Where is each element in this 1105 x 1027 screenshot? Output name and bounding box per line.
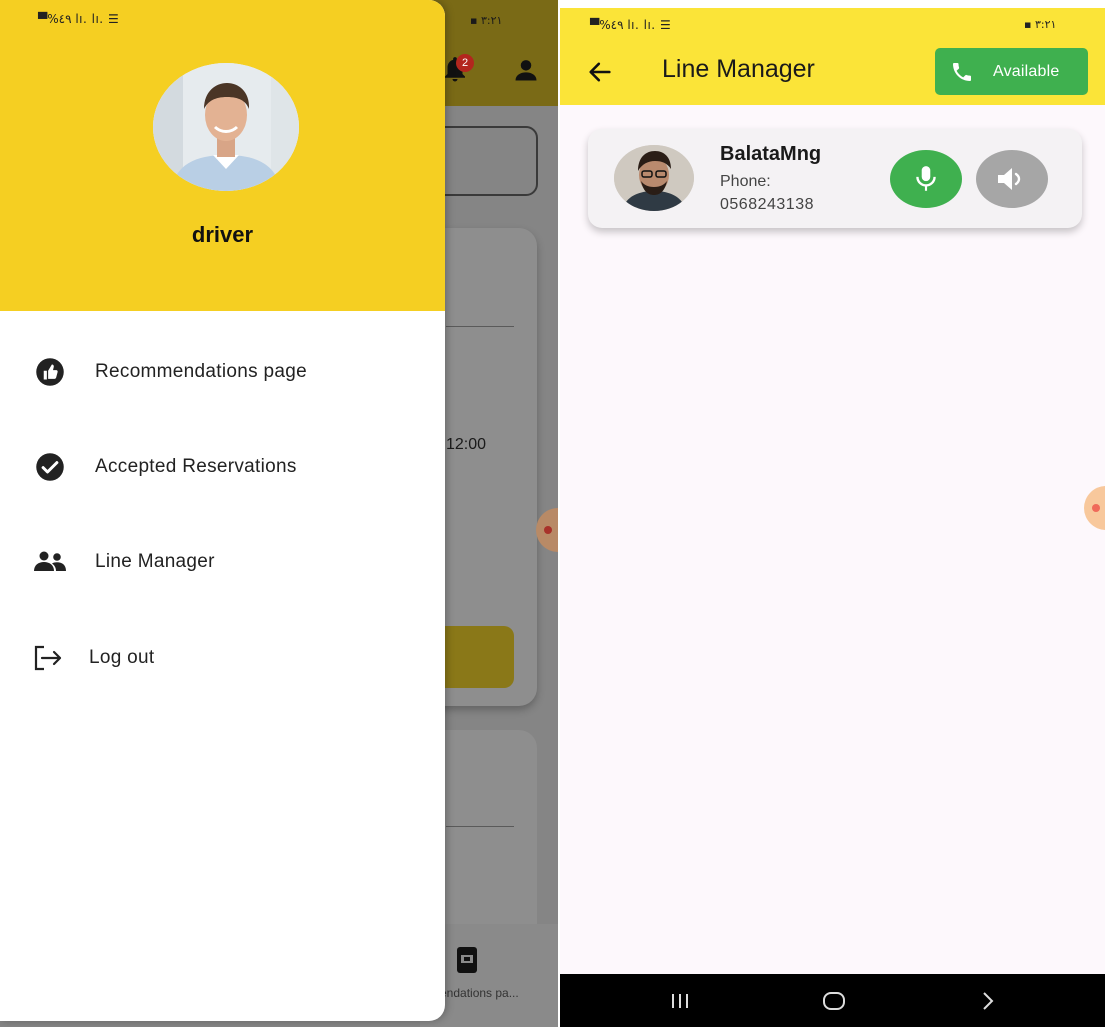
menu-item-recommendations[interactable]: Recommendations page (0, 342, 445, 402)
home-button[interactable] (814, 986, 854, 1016)
right-phone-screen: ▀%٤٩ lı. lı. ☰ ▪ ٣:٢١ Line Manager Avail… (560, 8, 1105, 1027)
recommendations-nav-icon (457, 947, 477, 973)
speaker-icon (998, 168, 1021, 190)
thumb-up-icon (32, 354, 68, 390)
system-navigation-bar (560, 974, 1105, 1027)
contact-photo (614, 145, 694, 211)
appbar: ▀%٤٩ lı. lı. ☰ ▪ ٣:٢١ Line Manager Avail… (560, 8, 1105, 105)
microphone-icon (916, 166, 936, 191)
check-circle-icon (32, 449, 68, 485)
contact-avatar (614, 145, 694, 211)
divider (446, 826, 514, 827)
menu-item-line-manager[interactable]: Line Manager (0, 532, 445, 592)
available-button[interactable]: Available (935, 48, 1088, 95)
status-bar-left: ▀%٤٩ lı. lı. ☰ (590, 18, 672, 32)
microphone-button[interactable] (890, 150, 962, 208)
menu-item-label: Accepted Reservations (95, 456, 297, 477)
drawer-header: ▀%٤٩ lı. lı. ☰ driver (0, 0, 445, 311)
left-phone-screen: ▪ ٣:٢١ 2 12:00 endations pa... ▀%٤٩ lı. … (0, 0, 558, 1027)
chevron-right-icon (983, 992, 994, 1010)
background-time: 12:00 (446, 436, 487, 453)
contact-name: BalataMng (720, 143, 822, 165)
user-avatar (153, 63, 299, 191)
menu-item-logout[interactable]: Log out (0, 628, 445, 688)
menu-item-label: Log out (89, 647, 155, 668)
status-bar-right: ▪ ٣:٢١ (470, 14, 503, 27)
back-button[interactable] (968, 986, 1008, 1016)
speaker-button[interactable] (976, 150, 1048, 208)
available-label: Available (993, 63, 1060, 80)
navigation-drawer: ▀%٤٩ lı. lı. ☰ driver Recommendations pa… (0, 0, 445, 1021)
notification-badge: 2 (456, 54, 474, 72)
contact-card[interactable]: BalataMng Phone: 0568243138 (588, 129, 1082, 228)
menu-item-label: Recommendations page (95, 361, 307, 382)
phone-icon (953, 63, 971, 81)
contact-phone-number: 0568243138 (720, 196, 814, 213)
page-title: Line Manager (662, 55, 815, 83)
home-icon (823, 992, 845, 1010)
user-name: driver (191, 222, 254, 247)
bottom-nav-label: endations pa... (440, 986, 519, 1000)
floating-bubble[interactable] (1084, 486, 1105, 530)
divider (446, 326, 514, 327)
contact-phone-label: Phone: (720, 173, 771, 190)
logout-icon (30, 640, 66, 676)
background-search-box (430, 126, 538, 196)
person-icon[interactable] (512, 54, 540, 86)
avatar-photo (153, 63, 299, 191)
people-icon (32, 544, 68, 580)
recents-button[interactable] (660, 986, 700, 1016)
recents-icon (672, 994, 688, 1008)
menu-item-accepted-reservations[interactable]: Accepted Reservations (0, 437, 445, 497)
menu-item-label: Line Manager (95, 551, 215, 572)
back-arrow-icon[interactable] (586, 58, 614, 86)
status-bar-right: ▪ ٣:٢١ (1024, 18, 1057, 31)
status-bar-left: ▀%٤٩ lı. lı. ☰ (38, 12, 120, 26)
